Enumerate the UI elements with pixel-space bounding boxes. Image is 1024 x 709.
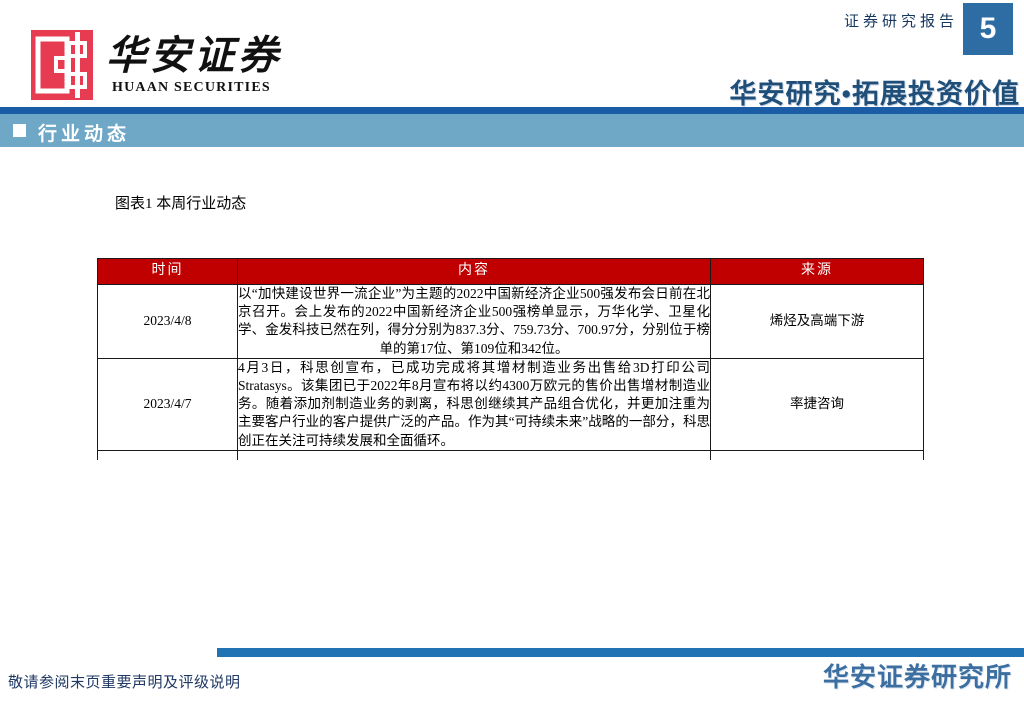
brand-name-cn: 华安证券 <box>106 33 282 78</box>
brand-slogan: 华安研究•拓展投资价值 <box>729 79 1020 109</box>
huaan-logo-icon <box>31 30 93 100</box>
news-source: 率捷咨询 <box>710 357 924 451</box>
figure-caption: 图表1 本周行业动态 <box>115 196 247 212</box>
section-bullet-icon <box>13 124 26 137</box>
industry-news-table: 时间 内容 来源 2023/4/8 以“加快建设世界一流企业”为主题的2022中… <box>97 258 924 460</box>
report-type-label: 证券研究报告 <box>843 14 958 30</box>
brand-name-en: HUAAN SECURITIES <box>112 80 271 95</box>
footer-accent-bar <box>217 648 1024 657</box>
table-row: 2023/4/8 以“加快建设世界一流企业”为主题的2022中国新经济企业500… <box>97 284 924 359</box>
section-title: 行业动态 <box>38 124 131 145</box>
news-content-text: 以“加快建设世界一流企业”为主题的2022中国新经济企业500强发布会日前在北京… <box>238 286 710 356</box>
page-number-box: 5 <box>963 3 1013 55</box>
news-date: 2023/4/7 <box>97 357 238 451</box>
news-content-text: 4月3日，科思创宣布，已成功完成将其增材制造业务出售给3D打印公司Stratas… <box>238 359 710 448</box>
empty-cell <box>97 449 238 460</box>
report-page: 华安证券 HUAAN SECURITIES 证券研究报告 5 华安研究•拓展投资… <box>0 0 1024 709</box>
table-row-truncated <box>97 449 924 460</box>
news-content: 4月3日，科思创宣布，已成功完成将其增材制造业务出售给3D打印公司Stratas… <box>237 357 711 451</box>
header-divider-strip <box>0 107 1024 114</box>
footer-institute: 华安证券研究所 <box>822 663 1012 692</box>
news-content: 以“加快建设世界一流企业”为主题的2022中国新经济企业500强发布会日前在北京… <box>237 284 711 359</box>
column-header-content: 内容 <box>237 258 711 285</box>
empty-cell <box>237 449 711 460</box>
news-source: 烯烃及高端下游 <box>710 284 924 359</box>
table-header-row: 时间 内容 来源 <box>97 258 924 285</box>
news-date: 2023/4/8 <box>97 284 238 359</box>
column-header-source: 来源 <box>710 258 924 285</box>
page-number: 5 <box>979 12 997 45</box>
column-header-time: 时间 <box>97 258 238 285</box>
footer-disclaimer: 敬请参阅末页重要声明及评级说明 <box>8 675 241 691</box>
empty-cell <box>710 449 924 460</box>
section-band: 行业动态 <box>0 114 1024 147</box>
table-row: 2023/4/7 4月3日，科思创宣布，已成功完成将其增材制造业务出售给3D打印… <box>97 357 924 451</box>
